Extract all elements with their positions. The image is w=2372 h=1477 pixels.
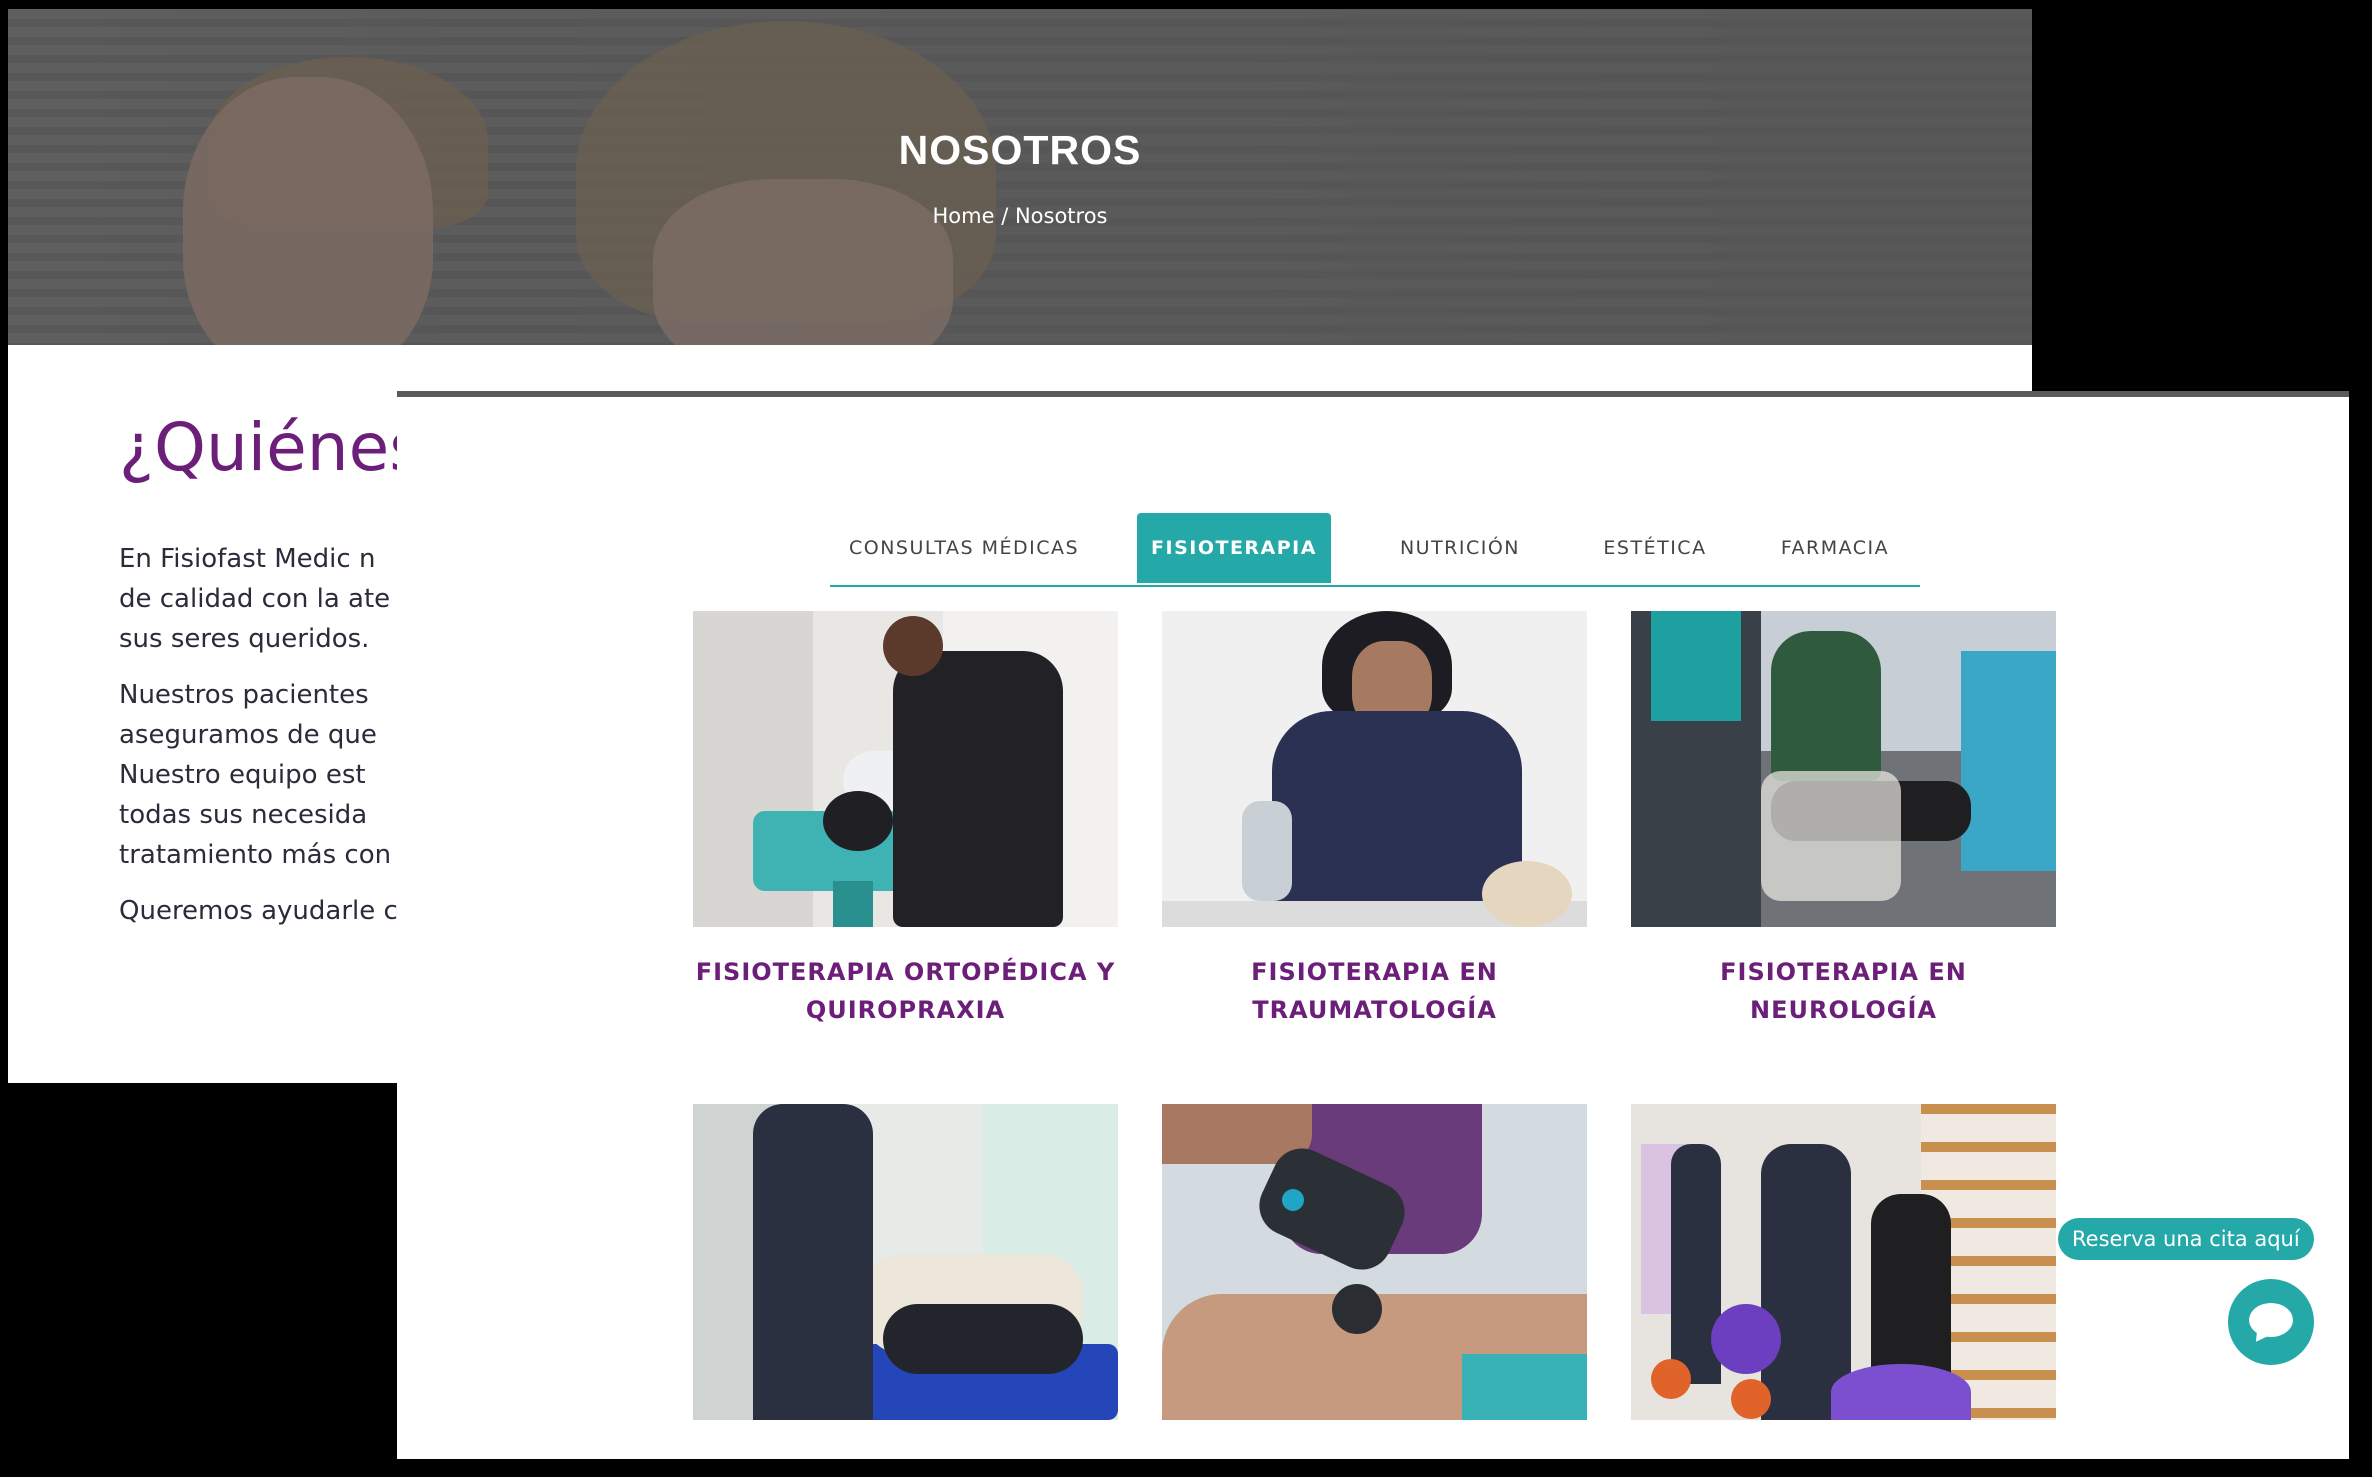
about-line: Nuestro equipo est bbox=[119, 760, 366, 790]
service-photo bbox=[1162, 1104, 1587, 1420]
service-title[interactable]: FISIOTERAPIA EN NEUROLOGÍA bbox=[1631, 953, 2056, 1029]
service-title[interactable]: FISIOTERAPIA ORTOPÉDICA Y QUIROPRAXIA bbox=[693, 953, 1118, 1029]
tab-nutricion[interactable]: NUTRICIÓN bbox=[1370, 513, 1550, 583]
breadcrumb[interactable]: Home / Nosotros bbox=[8, 204, 2032, 228]
tab-fisioterapia[interactable]: FISIOTERAPIA bbox=[1137, 513, 1331, 583]
tab-farmacia[interactable]: FARMACIA bbox=[1760, 513, 1910, 583]
service-card-traumatologia[interactable]: FISIOTERAPIA EN TRAUMATOLOGÍA bbox=[1162, 611, 1587, 1029]
service-card-5[interactable] bbox=[1162, 1104, 1587, 1420]
service-card-6[interactable] bbox=[1631, 1104, 2056, 1420]
service-card-neurologia[interactable]: FISIOTERAPIA EN NEUROLOGÍA bbox=[1631, 611, 2056, 1029]
reserve-appointment-button[interactable]: Reserva una cita aquí bbox=[2058, 1218, 2314, 1260]
about-line: Nuestros pacientes bbox=[119, 680, 369, 710]
about-line: aseguramos de que bbox=[119, 720, 377, 750]
hero-banner: NOSOTROS Home / Nosotros bbox=[8, 9, 2032, 345]
about-line: Queremos ayudarle c bbox=[119, 896, 398, 926]
service-photo bbox=[693, 1104, 1118, 1420]
hero-overlay bbox=[8, 9, 2032, 345]
chat-button[interactable] bbox=[2228, 1279, 2314, 1365]
services-window: CONSULTAS MÉDICAS FISIOTERAPIA NUTRICIÓN… bbox=[397, 391, 2349, 1459]
about-heading: ¿Quiénes bbox=[119, 409, 424, 486]
about-line: todas sus necesida bbox=[119, 800, 368, 830]
service-photo bbox=[1631, 611, 2056, 927]
about-line: sus seres queridos. bbox=[119, 624, 370, 654]
about-line: En Fisiofast Medic n bbox=[119, 544, 376, 574]
service-photo bbox=[693, 611, 1118, 927]
tab-consultas-medicas[interactable]: CONSULTAS MÉDICAS bbox=[830, 513, 1098, 583]
service-photo bbox=[1631, 1104, 2056, 1420]
tab-estetica[interactable]: ESTÉTICA bbox=[1580, 513, 1730, 583]
service-title[interactable]: FISIOTERAPIA EN TRAUMATOLOGÍA bbox=[1162, 953, 1587, 1029]
service-photo bbox=[1162, 611, 1587, 927]
page-title: NOSOTROS bbox=[898, 127, 1142, 173]
service-card-4[interactable] bbox=[693, 1104, 1118, 1420]
about-line: tratamiento más con bbox=[119, 840, 392, 870]
service-tabs: CONSULTAS MÉDICAS FISIOTERAPIA NUTRICIÓN… bbox=[830, 513, 1920, 587]
about-line: de calidad con la ate bbox=[119, 584, 391, 614]
service-card-ortopedica[interactable]: FISIOTERAPIA ORTOPÉDICA Y QUIROPRAXIA bbox=[693, 611, 1118, 1029]
